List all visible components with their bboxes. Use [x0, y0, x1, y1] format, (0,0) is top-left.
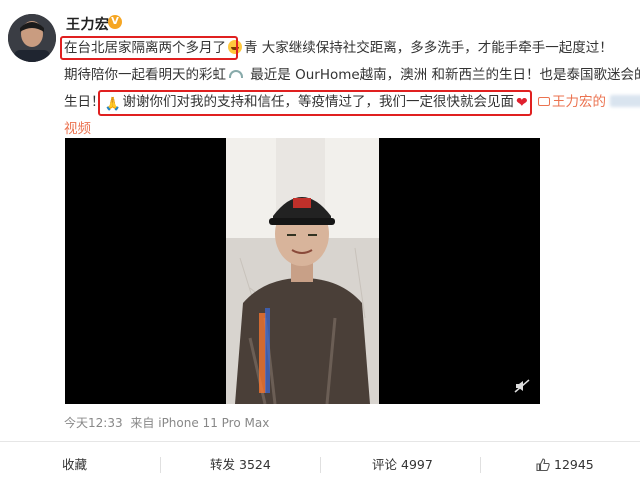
username[interactable]: 王力宏 [66, 14, 110, 34]
like-button[interactable]: 12945 [536, 443, 594, 487]
repost-count: 3524 [239, 457, 271, 472]
rainbow-icon [229, 70, 243, 78]
post-text-3a: 生日！ [64, 94, 105, 110]
thumbs-up-icon [536, 458, 550, 471]
post-line-2: 期待陪你一起看明天的彩虹 最近是 OurHome越南，澳洲 和新西兰的生日！也是… [64, 62, 640, 89]
mute-icon[interactable] [514, 378, 530, 394]
video-link-continued[interactable]: 视频 [64, 121, 91, 137]
post-time[interactable]: 今天12:33 [64, 416, 123, 430]
highlight-text-2: 谢谢你们对我的支持和信任，等疫情过了，我们一定很快就会见面 [122, 94, 515, 110]
blurred-text [610, 95, 640, 107]
grin-emoji-icon [228, 40, 242, 54]
like-count: 12945 [554, 457, 594, 472]
comment-label: 评论 [372, 457, 398, 472]
video-link-text: 王力宏的 [552, 94, 607, 110]
post-text-2a: 期待陪你一起看明天的彩虹 [64, 67, 226, 83]
favorite-button[interactable]: 收藏 [62, 443, 87, 487]
post-meta: 今天12:33 来自 iPhone 11 Pro Max [64, 414, 273, 431]
video-link-icon [538, 97, 551, 106]
action-separator [320, 457, 321, 473]
avatar[interactable] [8, 14, 56, 62]
red-heart-icon: ❤ [516, 95, 528, 111]
video-player[interactable] [65, 138, 540, 404]
repost-button[interactable]: 转发 3524 [210, 443, 271, 487]
post-line-1: 在台北居家隔离两个多月了 青 大家继续保持社交距离，多多洗手，才能手牵手一起度过！ [64, 35, 613, 62]
repost-label: 转发 [210, 457, 236, 472]
post-source: 来自 iPhone 11 Pro Max [130, 416, 270, 430]
post-text-2b: 最近是 OurHome越南，澳洲 和新西兰的生日！也是泰国歌迷会的 [246, 67, 640, 83]
action-bar: 收藏 转发 3524 评论 4997 12945 [0, 443, 640, 487]
action-separator [160, 457, 161, 473]
post-text-1-rest: 青 大家继续保持社交距离，多多洗手，才能手牵手一起度过！ [244, 40, 613, 56]
highlight-text-1: 在台北居家隔离两个多月了 [64, 40, 226, 56]
post-line-3: 生日！🙏 谢谢你们对我的支持和信任，等疫情过了，我们一定很快就会见面 ❤ 王力宏的 [64, 89, 640, 116]
comment-button[interactable]: 评论 4997 [372, 443, 433, 487]
divider [0, 441, 640, 442]
action-separator [480, 457, 481, 473]
verified-badge-icon: V [108, 15, 122, 29]
favorite-label: 收藏 [62, 457, 88, 472]
pray-icon: 🙏 [104, 97, 121, 112]
video-link[interactable]: 王力宏的 [538, 94, 606, 110]
comment-count: 4997 [401, 457, 433, 472]
